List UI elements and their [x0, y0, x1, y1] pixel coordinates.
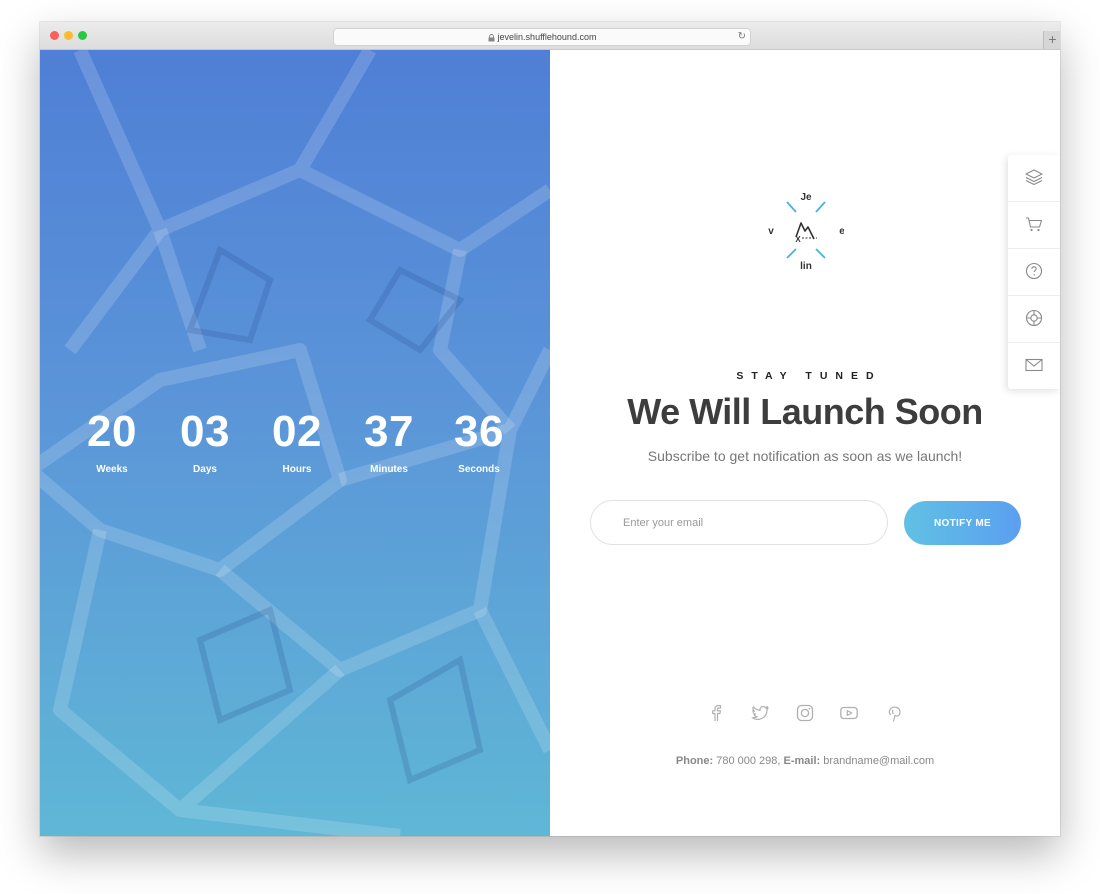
- countdown-value: 20: [87, 407, 137, 456]
- minimize-window-button[interactable]: [64, 31, 73, 40]
- logo-letters-bottom: lin: [800, 261, 812, 272]
- logo-letter-left: v: [768, 226, 774, 237]
- facebook-icon[interactable]: [705, 702, 727, 724]
- contact-info: Phone: 780 000 298, E-mail: brandname@ma…: [550, 755, 1060, 767]
- countdown-panel: 20 Weeks 03 Days 02 Hours 37 Minutes 36 …: [40, 50, 550, 836]
- dock-item-mail[interactable]: [1008, 343, 1060, 389]
- countdown-value: 03: [180, 407, 230, 456]
- logo-mark: X: [795, 235, 801, 244]
- close-window-button[interactable]: [50, 31, 59, 40]
- email-field[interactable]: [590, 500, 888, 545]
- cart-icon: [1026, 217, 1043, 232]
- subscribe-panel: Je v e lin X STAY TUNED We Will Launch S…: [550, 50, 1060, 836]
- notify-me-button[interactable]: NOTIFY ME: [904, 501, 1021, 545]
- zoom-window-button[interactable]: [78, 31, 87, 40]
- eyebrow-text: STAY TUNED: [736, 370, 882, 382]
- countdown-value: 02: [272, 407, 322, 456]
- countdown-label: Minutes: [370, 464, 408, 475]
- countdown-value: 36: [454, 407, 504, 456]
- email-label: E-mail:: [783, 755, 821, 767]
- address-bar[interactable]: jevelin.shufflehound.com ↻: [333, 28, 751, 46]
- page-title: We Will Launch Soon: [627, 391, 983, 432]
- contact-email[interactable]: brandname@mail.com: [823, 755, 934, 767]
- page-subtitle: Subscribe to get notification as soon as…: [647, 448, 963, 464]
- url-text: jevelin.shufflehound.com: [497, 32, 597, 42]
- social-links: [705, 702, 915, 724]
- lock-icon: [488, 33, 495, 42]
- countdown-value: 37: [364, 407, 414, 456]
- logo-letter-right: e: [839, 226, 844, 237]
- jevelin-logo[interactable]: Je v e lin X: [768, 187, 844, 273]
- browser-window: jevelin.shufflehound.com ↻ + 20 Weeks 03…: [40, 22, 1060, 836]
- twitter-icon[interactable]: [749, 702, 771, 724]
- countdown-days: 03 Days: [175, 406, 235, 475]
- countdown-label: Weeks: [96, 464, 128, 475]
- browser-titlebar: jevelin.shufflehound.com ↻ +: [40, 22, 1060, 50]
- layers-icon: [1025, 169, 1043, 186]
- support-icon: [1025, 309, 1043, 327]
- help-icon: [1025, 262, 1043, 280]
- youtube-icon[interactable]: [838, 702, 860, 724]
- dock-item-cart[interactable]: [1008, 202, 1060, 249]
- dock-item-layers[interactable]: [1008, 155, 1060, 202]
- logo-letters-top: Je: [800, 192, 812, 203]
- countdown-seconds: 36 Seconds: [449, 406, 509, 475]
- phone-number: 780 000 298,: [716, 755, 781, 767]
- countdown-hours: 02 Hours: [267, 406, 327, 475]
- countdown-timer: 20 Weeks 03 Days 02 Hours 37 Minutes 36 …: [82, 406, 522, 475]
- countdown-label: Seconds: [458, 464, 500, 475]
- new-tab-button[interactable]: +: [1043, 31, 1060, 49]
- countdown-label: Hours: [282, 464, 312, 475]
- instagram-icon[interactable]: [794, 702, 816, 724]
- mail-icon: [1025, 358, 1043, 372]
- phone-label: Phone:: [675, 755, 714, 767]
- dock-item-support[interactable]: [1008, 296, 1060, 343]
- countdown-weeks: 20 Weeks: [82, 406, 142, 475]
- countdown-minutes: 37 Minutes: [359, 406, 419, 475]
- countdown-label: Days: [193, 464, 217, 475]
- dock-item-help[interactable]: [1008, 249, 1060, 296]
- reload-icon[interactable]: ↻: [738, 29, 746, 45]
- pinterest-icon[interactable]: [883, 702, 905, 724]
- side-dock: [1008, 155, 1060, 389]
